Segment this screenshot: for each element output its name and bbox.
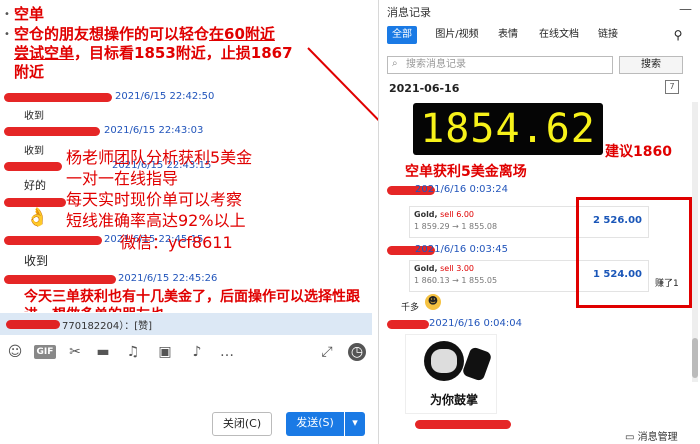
suggest-label: 建议1860 xyxy=(605,144,672,160)
music-icon[interactable]: ♫ xyxy=(124,343,142,361)
redacted-name xyxy=(4,162,62,171)
clap-sticker: 为你鼓掌 xyxy=(405,334,497,414)
calendar-icon[interactable]: 7 xyxy=(665,80,679,94)
minimize-icon[interactable]: — xyxy=(679,2,692,17)
message-time: 2021/6/16 0:03:24 xyxy=(415,184,509,195)
ok-hand-emoji: 👌 xyxy=(26,207,49,228)
qianduo-text: 千多 xyxy=(401,303,420,313)
trade-symbol: Gold, sell 6.00 xyxy=(414,210,474,219)
message-text: 收到 xyxy=(24,111,44,122)
post-title: 空单 xyxy=(14,5,45,23)
post-body-part: 尝试空单 xyxy=(14,44,75,62)
redacted-name xyxy=(415,420,511,429)
message-input[interactable] xyxy=(0,366,372,410)
trade-side: sell 3.00 xyxy=(440,264,475,273)
post-body-part: ，目标看1853附近，止损1867 xyxy=(74,44,293,62)
overlay-line: 微信：ycf8611 xyxy=(120,233,233,252)
highlight-box xyxy=(576,197,692,308)
overlay-line: 每天实时现价单可以考察 xyxy=(66,190,243,209)
record-tabs: 全部 图片/视频 表情 在线文档 链接 ⚲ xyxy=(379,24,700,46)
tab-sticker[interactable]: 表情 xyxy=(493,26,523,44)
trade-route: 1 860.13 → 1 855.05 xyxy=(414,276,498,285)
scrollbar[interactable] xyxy=(692,102,698,382)
redacted-name xyxy=(4,93,112,102)
send-button[interactable]: 发送(S) xyxy=(286,412,344,436)
more-icon[interactable]: … xyxy=(218,343,236,361)
profit-headline: 空单获利5美金离场 xyxy=(405,164,527,180)
grin-emoji-icon: ☻ xyxy=(425,294,441,310)
overlay-line: 杨老师团队分析获利5美金 xyxy=(66,148,253,167)
message-text: 好的 xyxy=(24,179,46,192)
panel-title: 消息记录 xyxy=(387,6,431,19)
overlay-line: 短线准确率高达92%以上 xyxy=(66,211,246,230)
message-text: 收到 xyxy=(24,254,49,268)
tab-links[interactable]: 链接 xyxy=(593,26,623,44)
redacted-name xyxy=(4,236,102,245)
trade-route: 1 859.29 → 1 855.08 xyxy=(414,222,498,231)
bell-icon[interactable]: ♪ xyxy=(188,343,206,361)
expand-icon[interactable]: ⤢ xyxy=(318,343,336,361)
price-screenshot: 1854.62 xyxy=(413,103,603,155)
redacted-name xyxy=(4,275,116,284)
redacted-name xyxy=(4,198,66,207)
trade-sym: Gold, xyxy=(414,264,438,273)
tab-all[interactable]: 全部 xyxy=(387,26,417,44)
send-options-button[interactable]: ▾ xyxy=(345,412,365,436)
folder-icon[interactable]: ▬ xyxy=(94,343,112,361)
trade-sym: Gold, xyxy=(414,210,438,219)
scissors-icon[interactable]: ✂ xyxy=(66,343,84,361)
clap-hand-icon xyxy=(461,346,493,382)
panda-face-icon xyxy=(431,349,457,373)
history-clock-icon[interactable]: ◷ xyxy=(348,343,366,361)
message-time: 2021/6/15 22:45:26 xyxy=(118,273,218,284)
quote-text: 770182204）：[赞] xyxy=(62,321,153,332)
redacted-name xyxy=(387,320,429,329)
manage-label: 消息管理 xyxy=(637,432,678,443)
emoji-icon[interactable]: ☺ xyxy=(6,343,24,361)
gif-icon[interactable]: GIF xyxy=(34,345,56,359)
redacted-name xyxy=(6,320,60,329)
trade-side: sell 6.00 xyxy=(440,210,475,219)
close-button[interactable]: 关闭(C) xyxy=(212,412,272,436)
trade-symbol: Gold, sell 3.00 xyxy=(414,264,474,273)
search-input[interactable]: 搜索消息记录 xyxy=(387,56,613,74)
post-body-part: 附近 xyxy=(14,63,45,81)
sticker-caption: 为你鼓掌 xyxy=(429,393,478,407)
input-toolbar: ☺ GIF ✂ ▬ ♫ ▣ ♪ … ⤢ ◷ xyxy=(0,340,372,366)
tab-media[interactable]: 图片/视频 xyxy=(429,26,485,44)
last-message: 今天三单获利也有十几美金了，后面操作可以选择性跟进，想做多单的朋友也 xyxy=(24,289,360,312)
quote-bar[interactable]: 770182204）：[赞] xyxy=(0,313,372,335)
scrollbar-thumb[interactable] xyxy=(692,338,698,378)
filter-icon[interactable]: ⚲ xyxy=(667,26,689,44)
tab-docs[interactable]: 在线文档 xyxy=(533,26,585,44)
manage-icon: ▭ xyxy=(625,432,635,443)
bullet: • xyxy=(4,9,10,20)
redacted-name xyxy=(4,127,100,136)
search-icon: ⌕ xyxy=(392,58,398,69)
search-button[interactable]: 搜索 xyxy=(619,56,683,74)
message-text: 收到 xyxy=(24,146,44,157)
message-time: 2021/6/16 0:03:45 xyxy=(415,244,509,255)
message-manage-link[interactable]: ▭ 消息管理 xyxy=(625,428,678,443)
post-body-part: 空仓的朋友想操作的可以轻仓 xyxy=(14,25,210,43)
message-time: 2021/6/16 0:04:04 xyxy=(429,318,523,329)
overlay-line: 一对一在线指导 xyxy=(66,169,179,188)
message-time: 2021/6/15 22:43:03 xyxy=(104,125,204,136)
message-time: 2021/6/15 22:42:50 xyxy=(115,91,215,102)
post-body-part: 在60附近 xyxy=(209,25,275,43)
record-date: 2021-06-16 xyxy=(389,82,460,95)
bullet: • xyxy=(4,29,10,40)
image-icon[interactable]: ▣ xyxy=(156,343,174,361)
